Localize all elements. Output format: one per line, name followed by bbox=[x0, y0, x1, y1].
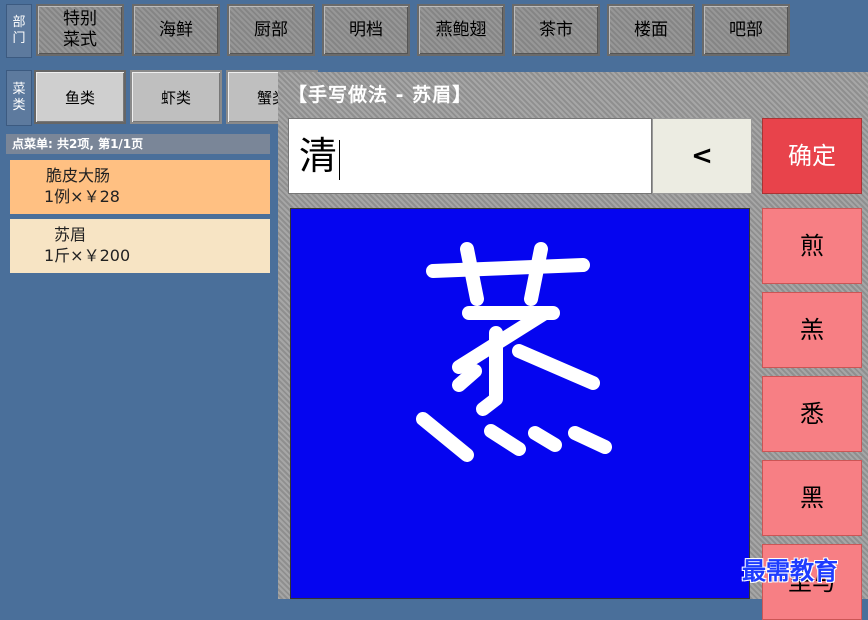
handwriting-canvas[interactable] bbox=[290, 208, 750, 599]
handwriting-strokes bbox=[416, 242, 612, 462]
backspace-button[interactable]: < bbox=[652, 118, 752, 194]
dept-button-floor[interactable]: 楼面 bbox=[607, 4, 695, 56]
input-value: 清 bbox=[299, 134, 338, 178]
order-item-detail: 1例×￥28 bbox=[44, 187, 120, 206]
handwriting-panel: 【手写做法 - 苏眉】 清 < 确定 煎 羔 悉 黑 里与 bbox=[278, 72, 868, 620]
dept-button-special[interactable]: 特别 菜式 bbox=[36, 4, 124, 56]
order-item[interactable]: 脆皮大肠 1例×￥28 bbox=[10, 160, 270, 214]
confirm-button[interactable]: 确定 bbox=[762, 118, 862, 194]
dept-button-abalone[interactable]: 燕鲍翅 bbox=[417, 4, 505, 56]
order-item-detail: 1斤×￥200 bbox=[44, 246, 131, 265]
category-label: 菜类 bbox=[6, 70, 32, 126]
candidate-char-button[interactable]: 煎 bbox=[762, 208, 862, 284]
order-item-name: 脆皮大肠 bbox=[46, 166, 111, 185]
order-item-name: 苏眉 bbox=[54, 225, 87, 244]
department-label: 部门 bbox=[6, 4, 32, 58]
candidate-char-button[interactable]: 悉 bbox=[762, 376, 862, 452]
panel-title: 【手写做法 - 苏眉】 bbox=[288, 84, 473, 106]
dept-button-kitchen[interactable]: 厨部 bbox=[227, 4, 315, 56]
category-button-fish[interactable]: 鱼类 bbox=[34, 70, 126, 124]
order-list-header: 点菜单: 共2项, 第1/1页 bbox=[6, 134, 270, 154]
candidate-char-button[interactable]: 羔 bbox=[762, 292, 862, 368]
handwriting-input[interactable]: 清 bbox=[288, 118, 652, 194]
text-caret bbox=[339, 139, 341, 180]
watermark-logo: 最需教育 bbox=[742, 556, 838, 585]
dept-button-bar[interactable]: 吧部 bbox=[702, 4, 790, 56]
dept-button-open-kitchen[interactable]: 明档 bbox=[322, 4, 410, 56]
dept-button-tea[interactable]: 茶市 bbox=[512, 4, 600, 56]
dept-button-seafood[interactable]: 海鲜 bbox=[132, 4, 220, 56]
category-button-shrimp[interactable]: 虾类 bbox=[130, 70, 222, 124]
candidate-char-button[interactable]: 黑 bbox=[762, 460, 862, 536]
order-item[interactable]: 苏眉 1斤×￥200 bbox=[10, 219, 270, 273]
